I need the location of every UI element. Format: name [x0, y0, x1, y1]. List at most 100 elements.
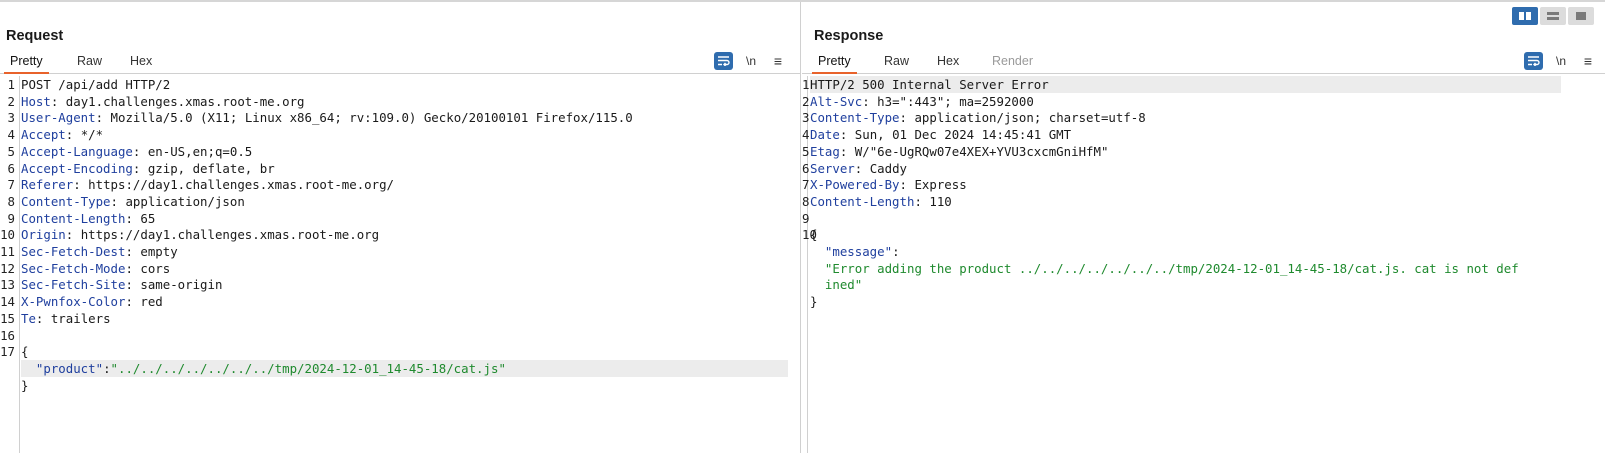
- line-number: 16: [0, 327, 15, 343]
- header-value: red: [132, 294, 163, 310]
- code-line: 5 Accept-Language: en-US,en;q=0.5: [0, 143, 800, 160]
- code-line: 4 Accept: */*: [0, 126, 800, 143]
- header-value: cors: [132, 260, 171, 276]
- line-number: 15: [0, 310, 15, 326]
- header-name: Content-Type: [21, 193, 111, 209]
- request-tab-hex[interactable]: Hex: [124, 54, 158, 74]
- line-number: 3: [7, 110, 15, 126]
- line-number: 1: [802, 77, 810, 92]
- header-name: Alt-Svc: [810, 93, 863, 109]
- line-content: Accept-Language: en-US,en;q=0.5: [21, 143, 252, 160]
- response-tab-render[interactable]: Render: [986, 54, 1039, 74]
- response-pane: Response Pretty Raw Hex Render \n ≡ 1 HTT…: [802, 2, 1605, 453]
- line-content: X-Powered-By: Express: [810, 176, 967, 193]
- response-tab-hex[interactable]: Hex: [931, 54, 965, 74]
- header-colon: :: [95, 110, 104, 126]
- code-line: "product":"../../../../../../../tmp/2024…: [0, 359, 800, 377]
- json-string-value: "Error adding the product ../../../../..…: [824, 260, 1519, 276]
- header-value: Caddy: [862, 160, 907, 176]
- line-number: 4: [802, 127, 810, 143]
- code-line: 9: [802, 210, 1605, 227]
- line-content: Alt-Svc: h3=":443"; ma=2592000: [810, 93, 1034, 110]
- header-name: Accept: [21, 127, 66, 143]
- code-line: 2 Host: day1.challenges.xmas.root-me.org: [0, 93, 800, 110]
- header-value: same-origin: [132, 277, 223, 293]
- header-value: application/json: [118, 193, 245, 209]
- response-tab-raw[interactable]: Raw: [878, 54, 915, 74]
- line-content: Accept-Encoding: gzip, deflate, br: [21, 160, 275, 177]
- show-newlines-toggle[interactable]: \n: [741, 52, 761, 70]
- code-line: 4 Date: Sun, 01 Dec 2024 14:45:41 GMT: [802, 126, 1605, 143]
- header-name: Host: [21, 93, 51, 109]
- request-tab-raw[interactable]: Raw: [71, 54, 108, 74]
- header-name: Sec-Fetch-Site: [21, 277, 126, 293]
- line-content: Host: day1.challenges.xmas.root-me.org: [21, 93, 305, 110]
- header-name: Date: [810, 127, 840, 143]
- header-value: application/json; charset=utf-8: [907, 110, 1146, 126]
- header-value: https://day1.challenges.xmas.root-me.org: [73, 227, 380, 243]
- header-value: */*: [73, 127, 104, 143]
- header-name: X-Pwnfox-Color: [21, 294, 126, 310]
- code-line: 15 Te: trailers: [0, 310, 800, 327]
- header-name: Origin: [21, 227, 66, 243]
- editor-menu-icon[interactable]: ≡: [770, 52, 786, 70]
- word-wrap-toggle-icon[interactable]: [1524, 52, 1543, 70]
- header-name: Sec-Fetch-Mode: [21, 260, 126, 276]
- line-number: 9: [7, 210, 15, 226]
- header-colon: :: [862, 93, 870, 109]
- request-tab-pretty[interactable]: Pretty: [4, 54, 49, 74]
- header-value: gzip, deflate, br: [140, 160, 275, 176]
- line-content: ined": [810, 276, 862, 293]
- plain-text: }: [810, 294, 818, 310]
- json-separator: :: [103, 360, 111, 376]
- header-name: Content-Length: [810, 193, 915, 209]
- header-value: day1.challenges.xmas.root-me.org: [58, 93, 305, 109]
- word-wrap-toggle-icon[interactable]: [714, 52, 733, 70]
- line-content: HTTP/2 500 Internal Server Error: [810, 76, 1049, 93]
- json-key: "product": [35, 360, 104, 376]
- line-content: Te: trailers: [21, 310, 111, 327]
- line-content: "product":"../../../../../../../tmp/2024…: [21, 360, 506, 377]
- editor-menu-icon[interactable]: ≡: [1580, 52, 1596, 70]
- code-line: 7 Referer: https://day1.challenges.xmas.r…: [0, 176, 800, 193]
- code-line: 8 Content-Length: 110: [802, 193, 1605, 210]
- line-content: Server: Caddy: [810, 160, 907, 177]
- request-tabbar: Pretty Raw Hex \n ≡: [0, 50, 800, 74]
- line-content: "Error adding the product ../../../../..…: [810, 260, 1519, 277]
- line-content: Content-Length: 65: [21, 210, 155, 227]
- line-content: Referer: https://day1.challenges.xmas.ro…: [21, 176, 394, 193]
- header-colon: :: [125, 210, 133, 226]
- line-number: 14: [0, 294, 15, 310]
- line-number: 2: [7, 93, 15, 109]
- line-content: User-Agent: Mozilla/5.0 (X11; Linux x86_…: [21, 109, 633, 126]
- response-editor[interactable]: 1 HTTP/2 500 Internal Server Error 2 Alt-Sv…: [802, 76, 1605, 453]
- json-separator: :: [892, 244, 900, 259]
- header-name: Etag: [810, 143, 840, 159]
- header-name: Content-Type: [810, 110, 900, 126]
- line-number: 13: [0, 277, 15, 293]
- request-editor[interactable]: 1 POST /api/add HTTP/2 2 Host: day1.challen…: [0, 76, 800, 453]
- line-content: Accept: */*: [21, 126, 103, 143]
- header-value: W/"6e-UgRQw07e4XEX+YVU3cxcmGniHfM": [847, 143, 1109, 159]
- code-line: 16: [0, 327, 800, 344]
- code-line: 1 POST /api/add HTTP/2: [0, 76, 800, 93]
- header-value: Mozilla/5.0 (X11; Linux x86_64; rv:109.0…: [103, 110, 633, 126]
- response-tabbar: Pretty Raw Hex Render \n ≡: [802, 50, 1605, 74]
- line-number: 5: [7, 143, 15, 159]
- line-number: 8: [7, 193, 15, 209]
- code-line: }: [802, 293, 1605, 310]
- line-content: "message":: [810, 243, 900, 260]
- header-name: Referer: [21, 177, 74, 193]
- header-value: h3=":443"; ma=2592000: [869, 93, 1034, 109]
- code-line: 11 Sec-Fetch-Dest: empty: [0, 243, 800, 260]
- header-value: Express: [907, 177, 967, 193]
- show-newlines-toggle[interactable]: \n: [1551, 52, 1571, 70]
- json-string-value: "../../../../../../../tmp/2024-12-01_14-…: [110, 360, 506, 376]
- line-number: 6: [7, 160, 15, 176]
- header-colon: :: [914, 193, 922, 209]
- response-tab-pretty[interactable]: Pretty: [812, 54, 857, 74]
- header-colon: :: [899, 177, 907, 193]
- header-name: Te: [21, 310, 36, 326]
